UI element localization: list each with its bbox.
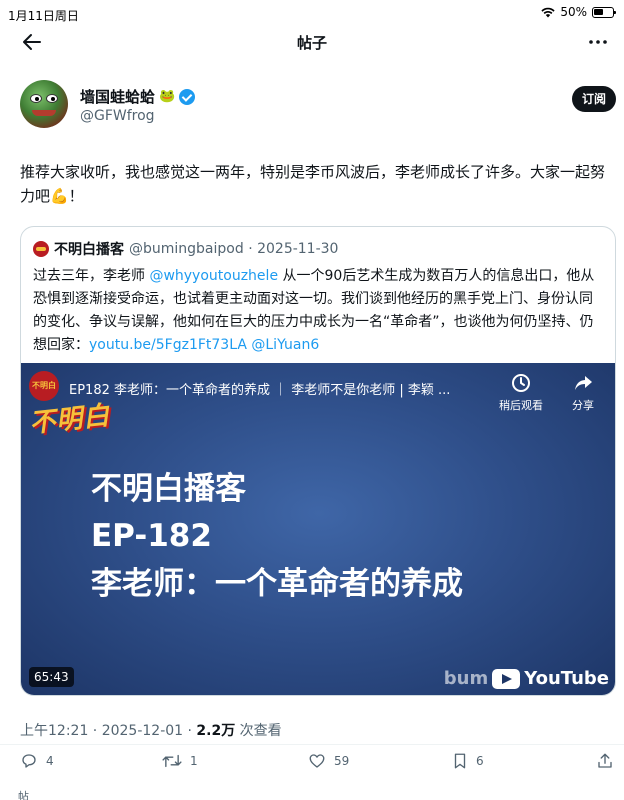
reply-icon — [22, 754, 36, 768]
video-heading: 不明白播客 — [91, 471, 246, 507]
like-button[interactable]: 59 — [308, 752, 349, 770]
post-timestamp[interactable]: 上午12:21 · 2025-12-01 · — [20, 723, 196, 739]
verified-badge-icon — [179, 88, 196, 105]
video-subtitle: 李老师：一个革命者的养成 — [91, 566, 463, 602]
status-time: 1月11日周日 — [8, 9, 79, 23]
battery-icon — [592, 6, 616, 18]
top-nav: 帖子 — [0, 28, 624, 56]
action-bar: 4 1 59 6 — [0, 752, 624, 774]
author-handle[interactable]: @GFWfrog — [80, 108, 155, 124]
youtube-play-icon — [492, 668, 521, 689]
share-label: 分享 — [572, 399, 594, 412]
status-indicators: 50% — [541, 5, 616, 19]
clock-icon — [512, 374, 530, 392]
divider — [0, 744, 624, 745]
mention-link[interactable]: @LiYuan6 — [251, 337, 319, 353]
wifi-icon — [541, 7, 555, 17]
bookmark-button[interactable]: 6 — [452, 752, 484, 770]
share-button[interactable]: 分享 — [553, 373, 613, 413]
status-bar: 1月11日周日 50% — [0, 0, 624, 28]
channel-brand-text: bum — [443, 668, 489, 689]
share-post-button[interactable] — [596, 752, 614, 770]
battery-percent: 50% — [560, 5, 587, 19]
post-author: 墙国蛙蛤蛤 🐸 @GFWfrog 订阅 — [20, 80, 616, 136]
video-player[interactable]: 不明白 EP182 李老师：一个革命者的养成 ｜ 李老师不是你老师 | 李颖 .… — [21, 363, 615, 695]
mention-link[interactable]: @whyyoutouzhele — [149, 268, 278, 284]
watch-later-button[interactable]: 稍后观看 — [491, 373, 551, 413]
video-episode: EP-182 — [91, 518, 212, 554]
repost-icon — [162, 754, 182, 768]
quoted-avatar — [33, 241, 49, 257]
author-name[interactable]: 墙国蛙蛤蛤 🐸 — [80, 86, 196, 107]
reply-count: 4 — [46, 754, 54, 768]
more-icon[interactable] — [586, 30, 610, 54]
author-display-name: 墙国蛙蛤蛤 — [80, 88, 156, 106]
bookmark-count: 6 — [476, 754, 484, 768]
channel-watermark: 不明白 — [27, 400, 112, 440]
share-arrow-icon — [575, 376, 592, 390]
views-label: 次查看 — [235, 723, 282, 739]
quoted-post-header: 不明白播客 @bumingbaipod · 2025-11-30 — [33, 239, 338, 259]
reply-button[interactable]: 4 — [20, 752, 54, 770]
watch-later-label: 稍后观看 — [499, 399, 543, 412]
youtube-brand[interactable]: bum YouTube — [444, 668, 609, 689]
youtube-logo-text: YouTube — [524, 668, 609, 689]
video-duration: 65:43 — [29, 667, 74, 687]
youtube-link[interactable]: youtu.be/5Fgz1Ft73LA — [89, 337, 247, 353]
post-text: 推荐大家收听，我也感觉这一两年，特别是李币风波后，李老师成长了许多。大家一起努力… — [20, 163, 606, 205]
avatar[interactable] — [20, 80, 68, 128]
quoted-post[interactable]: 不明白播客 @bumingbaipod · 2025-11-30 过去三年，李老… — [20, 226, 616, 696]
frog-emoji: 🐸 — [159, 89, 176, 104]
quoted-post-text: 过去三年，李老师 @whyyoutouzhele 从一个90后艺术生成为数百万人… — [33, 268, 595, 353]
repost-count: 1 — [190, 754, 198, 768]
views-count: 2.2万 — [196, 723, 236, 739]
video-title[interactable]: EP182 李老师：一个革命者的养成 ｜ 李老师不是你老师 | 李颖 ... — [69, 379, 499, 398]
like-count: 59 — [334, 754, 350, 768]
channel-logo: 不明白 — [29, 371, 59, 401]
share-icon — [598, 753, 612, 768]
quoted-author-name: 不明白播客 — [54, 242, 124, 258]
post-meta: 上午12:21 · 2025-12-01 · 2.2万 次查看 — [20, 720, 282, 740]
next-section-peek: 帖 — [18, 790, 29, 800]
heart-icon — [309, 754, 325, 768]
repost-button[interactable]: 1 — [162, 752, 198, 770]
page-title: 帖子 — [296, 34, 327, 52]
quoted-author-meta: @bumingbaipod · 2025-11-30 — [129, 241, 339, 257]
bookmark-icon — [454, 753, 466, 769]
subscribe-button[interactable]: 订阅 — [572, 86, 616, 112]
